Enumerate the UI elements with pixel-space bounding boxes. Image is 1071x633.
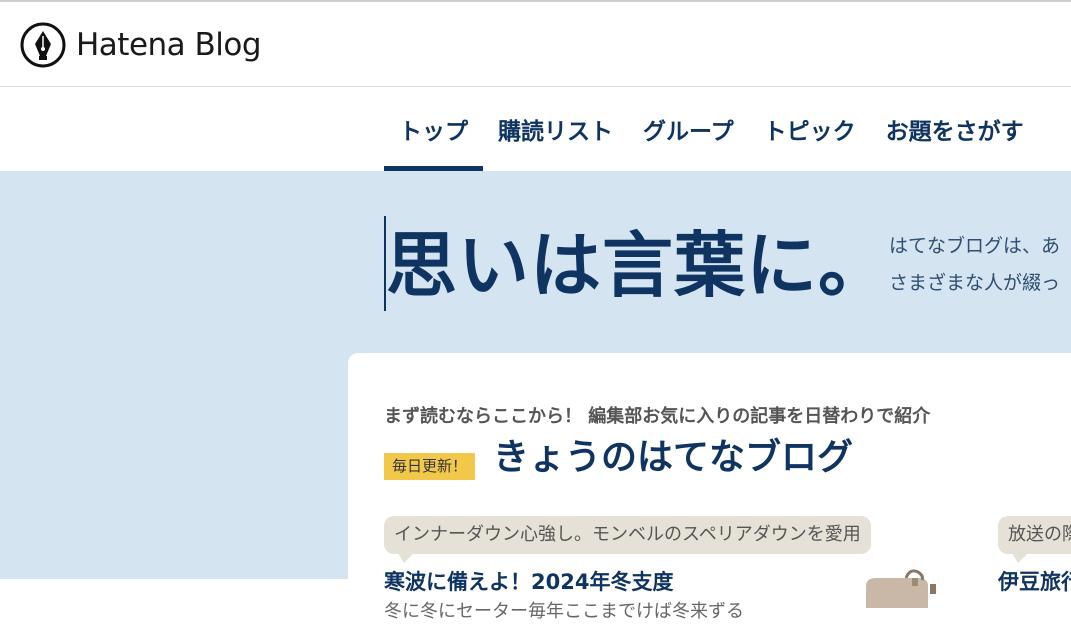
fountain-pen-nib-icon [20, 22, 66, 68]
tab-topics[interactable]: トピック [749, 87, 871, 171]
hero-title: 思いは言葉に。 [386, 224, 891, 307]
tab-top[interactable]: トップ [384, 87, 483, 171]
hero-description-line-1: はてなブログは、あ [889, 235, 1061, 257]
hero-description-line-2: さまざまな人が綴っ [889, 272, 1061, 294]
hero-description: はてなブログは、あ さまざまな人が綴っ [889, 228, 1060, 302]
featured-title[interactable]: きょうのはてなブログ [493, 434, 853, 482]
entry-excerpt: 冬に冬にセーター毎年ここまでけば冬来ずる [384, 601, 744, 622]
entry-title-link[interactable]: 伊豆旅行 [998, 566, 1071, 596]
tab-find-themes[interactable]: お題をさがす [871, 87, 1039, 171]
tab-groups[interactable]: グループ [628, 87, 749, 171]
entry-thumbnail-image[interactable] [858, 568, 938, 608]
entry-comment-bubble: インナーダウン心強し。モンベルのスペリアダウンを愛用 [384, 516, 871, 563]
main-nav: トップ 購読リスト グループ トピック お題をさがす [384, 87, 1039, 171]
entry-title-link[interactable]: 寒波に備えよ！2024年冬支度 [384, 566, 673, 596]
logo-text: Hatena Blog [76, 27, 262, 63]
daily-update-badge: 毎日更新！ [384, 453, 476, 480]
entry-comment-bubble: 放送の際 [998, 516, 1071, 563]
hatena-blog-logo[interactable]: Hatena Blog [20, 22, 262, 68]
site-header: Hatena Blog [0, 2, 1071, 87]
tab-subscriptions[interactable]: 購読リスト [483, 87, 628, 171]
featured-subtitle: まず読むならここから！ 編集部お気に入りの記事を日替わりで紹介 [384, 406, 931, 427]
